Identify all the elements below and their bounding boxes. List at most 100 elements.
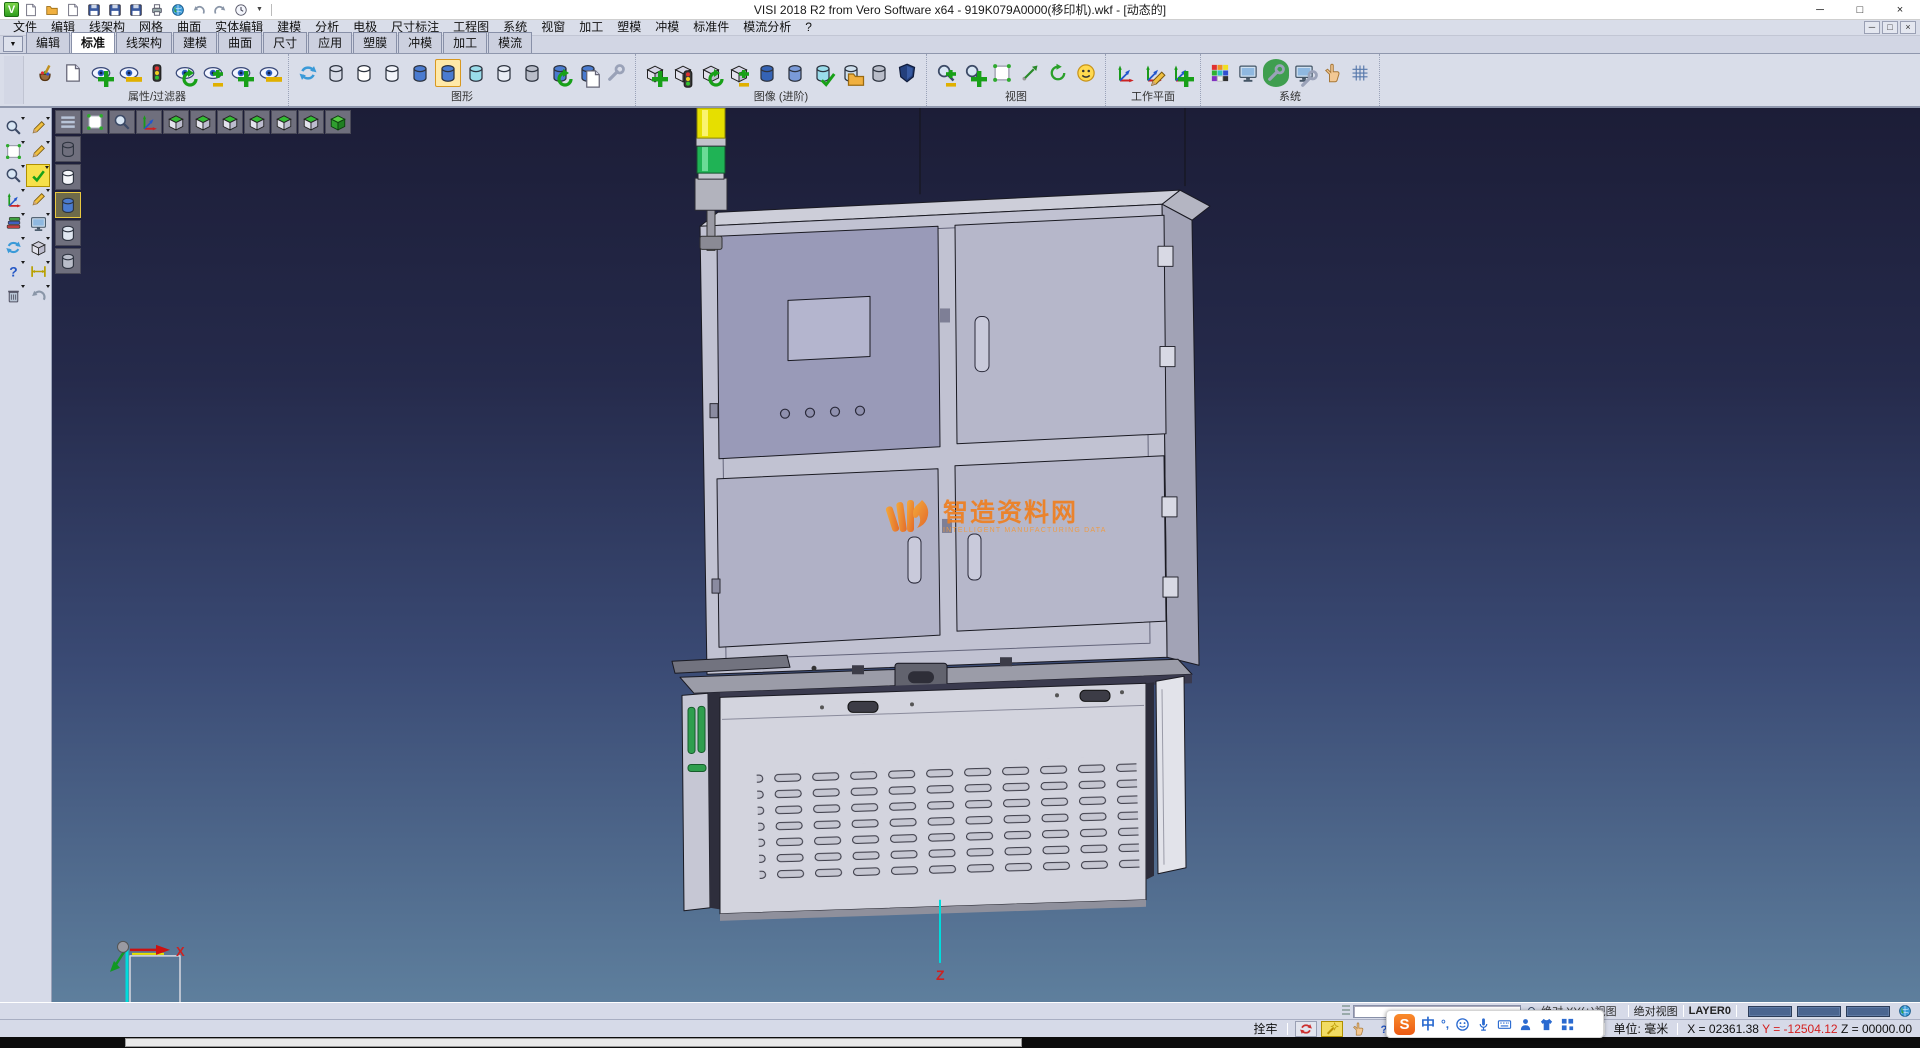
zoom-window-icon[interactable] — [961, 59, 987, 87]
new-file-icon[interactable] — [22, 2, 40, 18]
viewport-canvas[interactable]: Z X — [52, 108, 1920, 1002]
refresh-graphics-icon[interactable] — [295, 59, 321, 87]
regen-solids-icon[interactable] — [547, 59, 573, 87]
measure-icon[interactable] — [26, 260, 50, 283]
skin-icon[interactable] — [1518, 1017, 1533, 1032]
menu-mould[interactable]: 塑模 — [610, 20, 648, 35]
regen-view-icon[interactable] — [1, 236, 25, 259]
tab-progress[interactable]: 冲模 — [398, 32, 442, 53]
view-iso-icon[interactable] — [325, 110, 351, 134]
menu-progress[interactable]: 冲模 — [648, 20, 686, 35]
solid-view-icon[interactable] — [26, 236, 50, 259]
globe-icon[interactable] — [1896, 1004, 1920, 1018]
edit-curve-icon[interactable] — [26, 188, 50, 211]
pan-arrow-icon[interactable] — [1017, 59, 1043, 87]
keyboard-icon[interactable] — [1497, 1017, 1512, 1032]
dashed-line-mode-icon[interactable] — [379, 59, 405, 87]
filter-refresh-icon[interactable] — [172, 59, 198, 87]
filter-plus-minus-icon[interactable] — [200, 59, 226, 87]
menu-machining[interactable]: 加工 — [572, 20, 610, 35]
undo-icon[interactable] — [26, 284, 50, 307]
striped-solid-icon[interactable] — [782, 59, 808, 87]
hidden-line-icon[interactable] — [55, 164, 81, 190]
view-face-icon[interactable] — [1073, 59, 1099, 87]
tab-mould[interactable]: 塑膜 — [353, 32, 397, 53]
tab-application[interactable]: 应用 — [308, 32, 352, 53]
wardrobe-icon[interactable] — [1539, 1017, 1554, 1032]
move-axis-icon[interactable] — [1, 188, 25, 211]
solid-plus-minus-icon[interactable] — [726, 59, 752, 87]
sogou-logo[interactable]: S — [1394, 1014, 1415, 1035]
tab-surface[interactable]: 曲面 — [218, 32, 262, 53]
transparent-mode-icon[interactable] — [463, 59, 489, 87]
wireframe-mode-icon[interactable] — [323, 59, 349, 87]
copy-graphics-icon[interactable] — [575, 59, 601, 87]
tab-edit[interactable]: 编辑 — [26, 32, 70, 53]
sketch-curve-icon[interactable] — [26, 140, 50, 163]
tab-wireframe[interactable]: 线架构 — [116, 32, 172, 53]
verified-solid-icon[interactable] — [810, 59, 836, 87]
customize-dropdown[interactable]: ▼ — [253, 6, 266, 13]
hatched-solid-icon[interactable] — [866, 59, 892, 87]
traffic-light-filter-icon[interactable] — [144, 59, 170, 87]
refresh-lock-icon[interactable] — [1295, 1021, 1317, 1037]
minimize-button[interactable]: ─ — [1800, 0, 1840, 19]
toolbox-icon[interactable] — [1560, 1017, 1575, 1032]
layer-badge[interactable]: LAYER0 — [1689, 1005, 1731, 1017]
mdi-close-button[interactable]: × — [1900, 21, 1916, 34]
flat-mode-icon[interactable] — [491, 59, 517, 87]
help-icon[interactable] — [1, 260, 25, 283]
workplane-edit-icon[interactable] — [1140, 59, 1166, 87]
zoom-extents-icon[interactable] — [933, 59, 959, 87]
workplane-align-icon[interactable] — [1168, 59, 1194, 87]
taskbar-window[interactable] — [125, 1038, 1022, 1047]
monitor-settings-icon[interactable] — [1291, 59, 1317, 87]
filter-remove-icon[interactable] — [116, 59, 142, 87]
filter-add-icon[interactable] — [88, 59, 114, 87]
erase-entity-icon[interactable] — [26, 116, 50, 139]
print-preview-icon[interactable] — [169, 2, 187, 18]
print-icon[interactable] — [148, 2, 166, 18]
mdi-minimize-button[interactable]: ─ — [1864, 21, 1880, 34]
view-right-icon[interactable] — [244, 110, 270, 134]
selection-frame-icon[interactable] — [989, 59, 1015, 87]
confirm-check-icon[interactable] — [26, 164, 50, 187]
rotate-view-icon[interactable] — [1045, 59, 1071, 87]
solid-traffic-light-icon[interactable] — [670, 59, 696, 87]
delete-icon[interactable] — [1, 284, 25, 307]
grid-mesh-icon[interactable] — [1347, 59, 1373, 87]
hatched-icon[interactable] — [55, 248, 81, 274]
maximize-button[interactable]: □ — [1840, 0, 1880, 19]
shaded-edges-icon[interactable] — [55, 220, 81, 246]
tab-dropdown[interactable]: ▼ — [3, 36, 23, 52]
wireframe-icon[interactable] — [55, 136, 81, 162]
solid-show-add-icon[interactable] — [642, 59, 668, 87]
insert-file-icon[interactable] — [64, 2, 82, 18]
hatched-mode-icon[interactable] — [519, 59, 545, 87]
tab-standard[interactable]: 标准 — [71, 32, 115, 53]
view-left-icon[interactable] — [217, 110, 243, 134]
magic-wand-icon[interactable] — [1321, 1021, 1343, 1037]
export-icon[interactable] — [127, 2, 145, 18]
history-icon[interactable] — [232, 2, 250, 18]
zoom-window-icon[interactable] — [109, 110, 135, 134]
tab-machining[interactable]: 加工 — [443, 32, 487, 53]
tab-flow[interactable]: 模流 — [488, 32, 532, 53]
color-palette-icon[interactable] — [1207, 59, 1233, 87]
menu-help[interactable]: ? — [798, 20, 819, 35]
layer-manager-icon[interactable] — [1, 212, 25, 235]
view-back-icon[interactable] — [298, 110, 324, 134]
view-top-icon[interactable] — [163, 110, 189, 134]
mdi-restore-button[interactable]: □ — [1882, 21, 1898, 34]
zoom-entity-icon[interactable] — [1, 164, 25, 187]
redo-icon[interactable] — [211, 2, 229, 18]
clip-plane-icon[interactable] — [838, 59, 864, 87]
graphics-settings-icon[interactable] — [603, 59, 629, 87]
view-mode-label[interactable]: 绝对视图 — [1634, 1003, 1678, 1019]
undo-icon[interactable] — [190, 2, 208, 18]
voice-icon[interactable] — [1476, 1017, 1491, 1032]
save-as-icon[interactable] — [106, 2, 124, 18]
emoji-icon[interactable] — [1455, 1017, 1470, 1032]
system-tools-icon[interactable] — [1263, 59, 1289, 87]
open-file-icon[interactable] — [43, 2, 61, 18]
